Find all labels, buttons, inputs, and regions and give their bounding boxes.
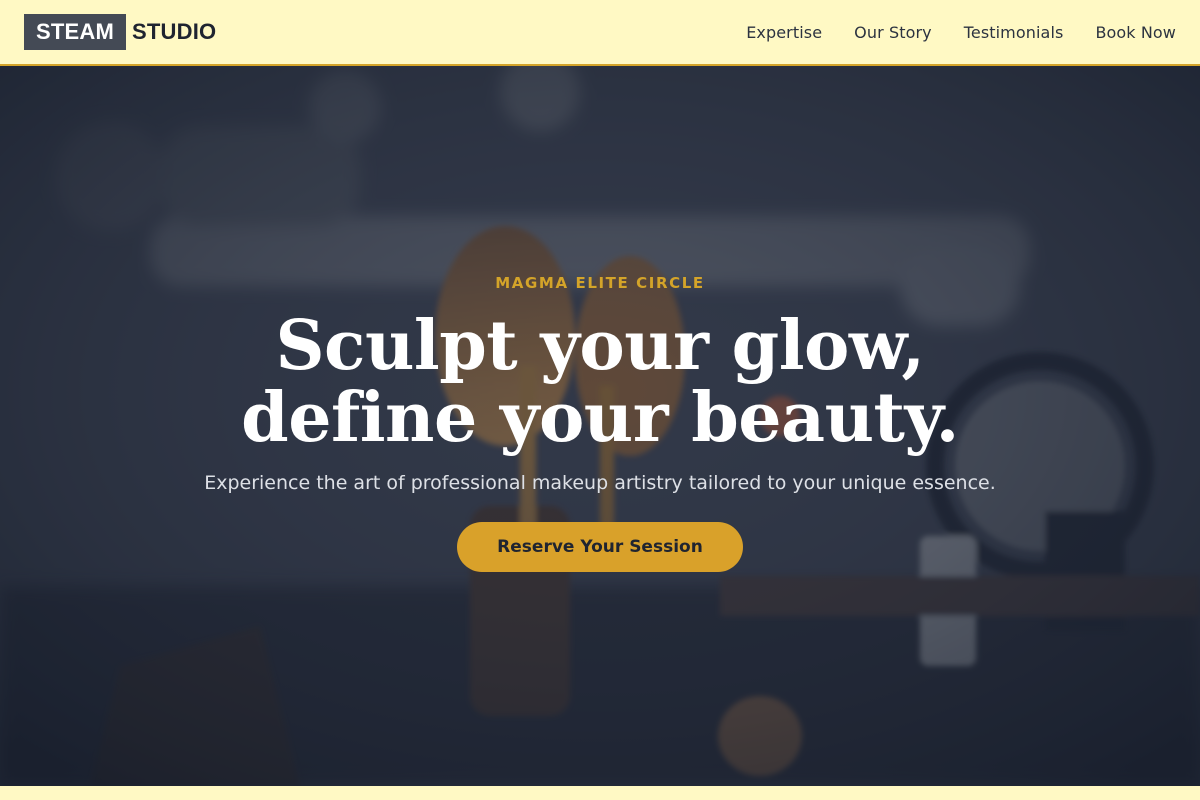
nav-link-testimonials[interactable]: Testimonials: [964, 23, 1064, 42]
hero-subheading: Experience the art of professional makeu…: [204, 472, 996, 494]
nav-link-book-now[interactable]: Book Now: [1095, 23, 1176, 42]
nav-link-expertise[interactable]: Expertise: [746, 23, 822, 42]
hero-headline: Sculpt your glow, define your beauty.: [241, 306, 959, 458]
hero-section: MAGMA ELITE CIRCLE Sculpt your glow, def…: [0, 66, 1200, 786]
main-nav: Expertise Our Story Testimonials Book No…: [746, 23, 1176, 42]
hero-content: MAGMA ELITE CIRCLE Sculpt your glow, def…: [0, 274, 1200, 572]
brand-logo-box: STEAM: [24, 14, 126, 50]
brand-logo-text: STUDIO: [132, 19, 217, 44]
hero-eyebrow: MAGMA ELITE CIRCLE: [495, 274, 705, 292]
nav-link-our-story[interactable]: Our Story: [854, 23, 932, 42]
brand-logo[interactable]: STEAM STUDIO: [24, 14, 216, 50]
site-header: STEAM STUDIO Expertise Our Story Testimo…: [0, 0, 1200, 66]
page-bottom-strip: [0, 786, 1200, 800]
reserve-session-button[interactable]: Reserve Your Session: [457, 522, 743, 572]
